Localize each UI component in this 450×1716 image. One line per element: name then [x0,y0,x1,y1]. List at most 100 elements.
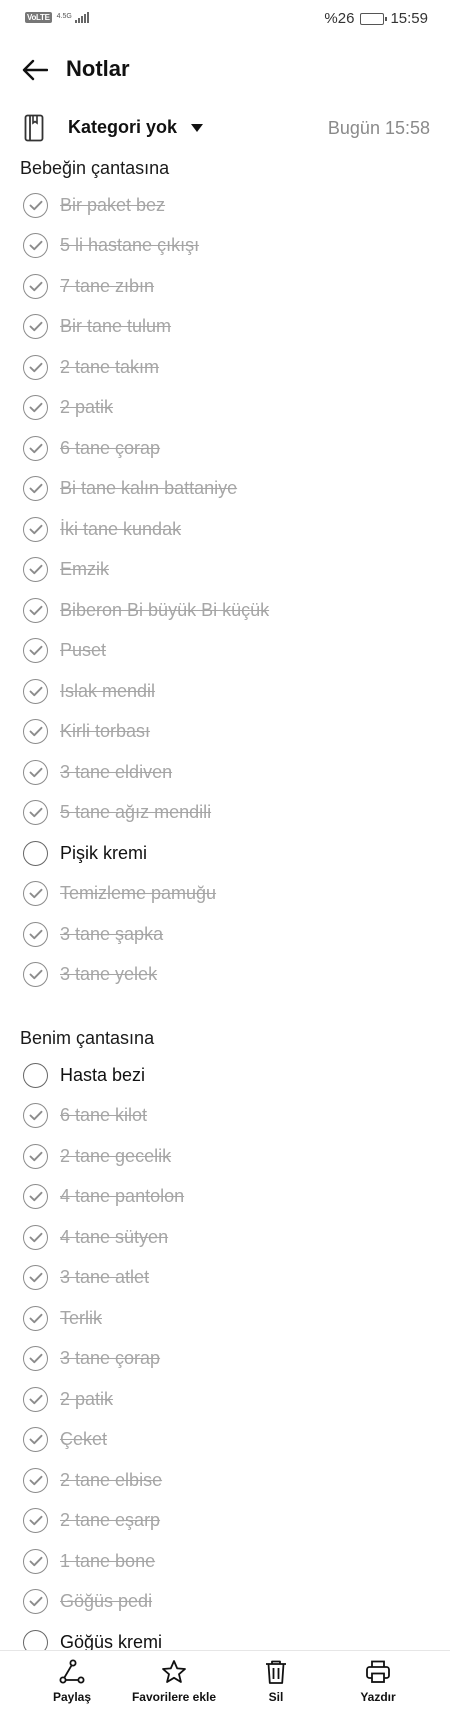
checkbox-checked-icon[interactable] [23,192,48,218]
checklist-item[interactable]: 3 tane çorap [0,1339,450,1380]
checklist-item[interactable]: 2 patik [0,388,450,429]
checkbox-checked-icon[interactable] [23,314,48,340]
checkbox-checked-icon[interactable] [23,1427,48,1453]
checkbox-checked-icon[interactable] [23,719,48,745]
checklist-item[interactable]: 2 tane takım [0,347,450,388]
status-time: 15:59 [390,10,428,27]
checklist-item[interactable]: Terlik [0,1298,450,1339]
checklist-item[interactable]: 7 tane zıbın [0,266,450,307]
back-button[interactable] [18,54,52,86]
status-bar: VoLTE 4.5G %26 15:59 [0,0,450,36]
delete-button[interactable]: Sil [221,1659,331,1704]
checklist-item-label: 2 tane gecelik [60,1145,172,1166]
checkbox-empty-icon[interactable] [23,840,48,866]
checkbox-checked-icon[interactable] [23,395,48,421]
checklist-item[interactable]: Islak mendil [0,671,450,712]
status-left: VoLTE 4.5G [25,11,89,23]
checklist-item[interactable]: İki tane kundak [0,509,450,550]
checkbox-checked-icon[interactable] [23,962,48,988]
checklist-item[interactable]: Temizleme pamuğu [0,874,450,915]
checklist-item[interactable]: 2 tane eşarp [0,1501,450,1542]
checkbox-checked-icon[interactable] [23,1589,48,1615]
checklist-item[interactable]: Puset [0,631,450,672]
volte-badge: VoLTE [25,11,52,23]
page-title: Notlar [66,56,130,81]
checklist-item[interactable]: Emzik [0,550,450,591]
checkbox-checked-icon[interactable] [23,881,48,907]
checklist-item[interactable]: 1 tane bone [0,1541,450,1582]
checkbox-checked-icon[interactable] [23,1508,48,1534]
share-label: Paylaş [52,1690,92,1704]
checkbox-checked-icon[interactable] [23,476,48,502]
notebook-icon[interactable] [24,114,44,147]
checkbox-checked-icon[interactable] [23,1386,48,1412]
share-icon [59,1659,85,1684]
checklist-item[interactable]: 2 patik [0,1379,450,1420]
checklist-item[interactable]: 6 tane kilot [0,1096,450,1137]
print-button[interactable]: Yazdır [323,1659,433,1704]
checklist-item-label: Temizleme pamuğu [60,883,217,904]
checklist-item-label: Pişik kremi [60,842,148,863]
checkbox-checked-icon[interactable] [23,1305,48,1331]
share-button[interactable]: Paylaş [17,1659,127,1704]
checkbox-checked-icon[interactable] [23,1103,48,1129]
checklist-item[interactable]: 2 tane elbise [0,1460,450,1501]
checkbox-checked-icon[interactable] [23,1548,48,1574]
checkbox-checked-icon[interactable] [23,354,48,380]
checkbox-checked-icon[interactable] [23,1265,48,1291]
checklist-item[interactable]: Hasta bezi [0,1055,450,1096]
network-type: 4.5G [56,13,72,20]
checkbox-checked-icon[interactable] [23,921,48,947]
checkbox-checked-icon[interactable] [23,516,48,542]
checkbox-checked-icon[interactable] [23,557,48,583]
checkbox-checked-icon[interactable] [23,638,48,664]
checklist-item-label: 7 tane zıbın [60,275,155,296]
checkbox-checked-icon[interactable] [23,1467,48,1493]
checklist-item[interactable]: Pişik kremi [0,833,450,874]
checklist-item-label: 2 tane elbise [60,1469,163,1490]
category-dropdown[interactable]: Kategori yok [68,117,204,138]
star-icon [162,1660,186,1683]
checkbox-checked-icon[interactable] [23,1346,48,1372]
checkbox-empty-icon[interactable] [23,1062,48,1088]
checklist-item-label: 2 patik [60,397,114,418]
checklist-item-label: Biberon Bi büyük Bi küçük [60,599,270,620]
checklist-item-label: 3 tane çorap [60,1348,161,1369]
checklist-item[interactable]: 3 tane atlet [0,1258,450,1299]
checklist-item[interactable]: 4 tane sütyen [0,1217,450,1258]
favorite-button[interactable]: Favorilere ekle [119,1659,229,1704]
checklist-item[interactable]: 4 tane pantolon [0,1177,450,1218]
checkbox-checked-icon[interactable] [23,1184,48,1210]
note-timestamp: Bugün 15:58 [327,118,430,138]
checklist-item[interactable]: Göğüs pedi [0,1582,450,1623]
checklist-item[interactable]: 3 tane yelek [0,955,450,996]
checklist-item[interactable]: Kirli torbası [0,712,450,753]
checklist-item-label: 5 li hastane çıkışı [60,235,200,256]
checklist-item[interactable]: Biberon Bi büyük Bi küçük [0,590,450,631]
checkbox-checked-icon[interactable] [23,233,48,259]
checklist-item-label: Puset [60,640,107,661]
checkbox-checked-icon[interactable] [23,678,48,704]
checklist-item[interactable]: Çeket [0,1420,450,1461]
checklist-item[interactable]: Bir tane tulum [0,307,450,348]
checklist-item[interactable]: 3 tane şapka [0,914,450,955]
checkbox-checked-icon[interactable] [23,1143,48,1169]
checklist-item[interactable]: 5 tane ağız mendili [0,793,450,834]
checkbox-checked-icon[interactable] [23,1224,48,1250]
checklist-item-label: İki tane kundak [60,518,182,539]
section-title: Benim çantasına [20,1028,155,1048]
note-meta-row: Kategori yok Bugün 15:58 [0,112,450,144]
checkbox-checked-icon[interactable] [23,273,48,299]
checklist-item[interactable]: Bi tane kalın battaniye [0,469,450,510]
delete-label: Sil [268,1690,284,1704]
checklist-item[interactable]: 6 tane çorap [0,428,450,469]
checklist-item[interactable]: 3 tane eldiven [0,752,450,793]
checkbox-checked-icon[interactable] [23,597,48,623]
checklist-item[interactable]: 5 li hastane çıkışı [0,226,450,267]
checkbox-checked-icon[interactable] [23,435,48,461]
checklist-item[interactable]: 2 tane gecelik [0,1136,450,1177]
checklist-item[interactable]: Bir paket bez [0,185,450,226]
trash-icon [266,1660,286,1684]
checkbox-checked-icon[interactable] [23,800,48,826]
checkbox-checked-icon[interactable] [23,759,48,785]
